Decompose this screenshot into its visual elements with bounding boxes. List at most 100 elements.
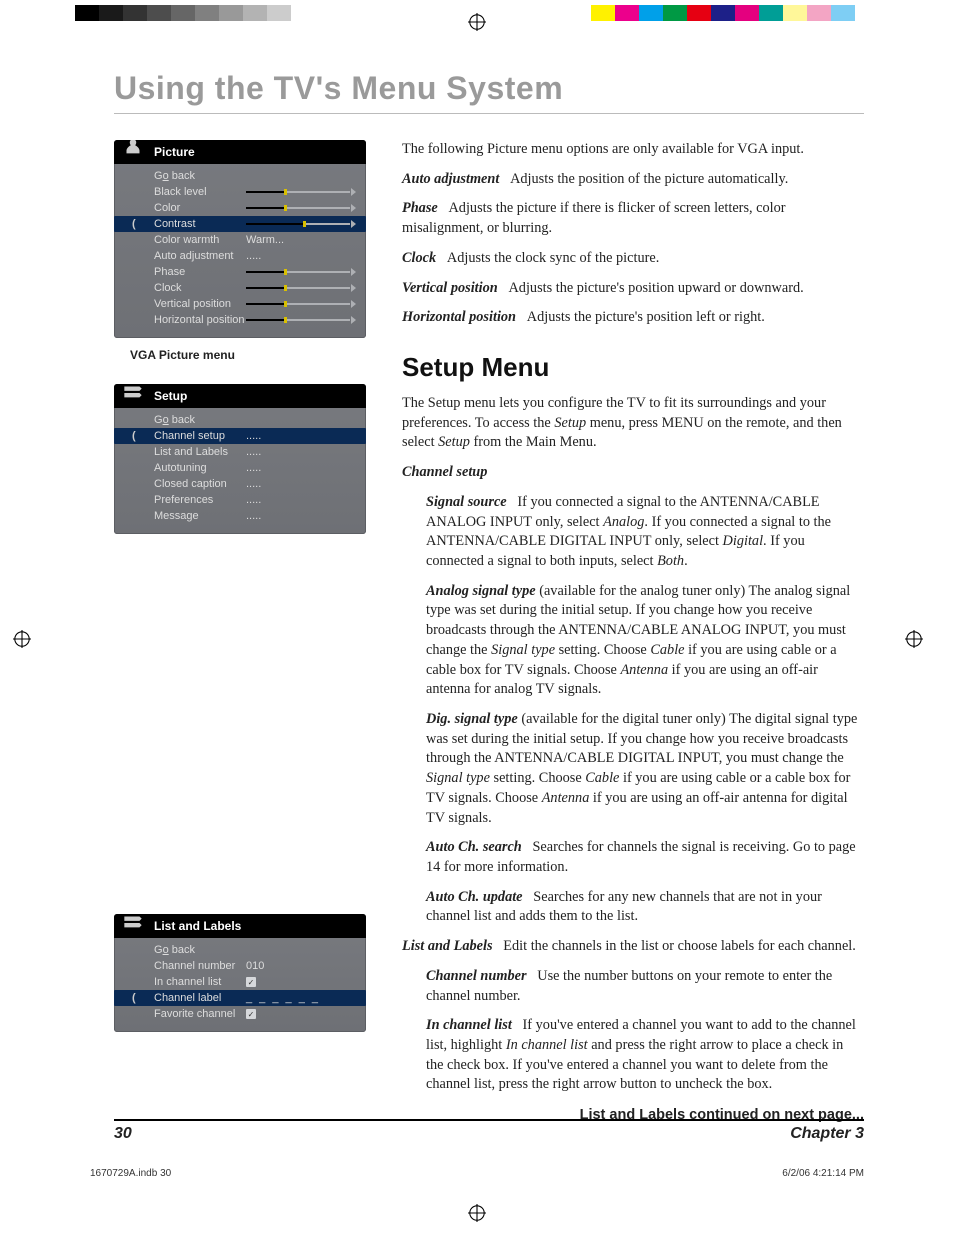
def-phase: Phase Adjusts the picture if there is fl… (402, 199, 864, 238)
osd-row: Vertical position (154, 296, 356, 312)
color-swatch (855, 5, 879, 21)
osd-slider (246, 319, 350, 321)
registration-mark-icon (905, 630, 923, 648)
osd-row-label: Favorite channel (154, 1008, 246, 1020)
osd-row-label: Message (154, 510, 246, 522)
osd-slider (246, 207, 350, 209)
def-channel-number: Channel number Use the number buttons on… (426, 967, 864, 1006)
osd-row: Channel label_ _ _ _ _ _ (114, 990, 366, 1006)
osd-row-value: Warm... (246, 234, 284, 246)
color-swatch (123, 5, 147, 21)
osd-row-label: Horizontal position (154, 314, 246, 326)
print-color-bar-right (591, 5, 879, 21)
print-filename: 1670729A.indb 30 (90, 1168, 171, 1179)
channel-setup-heading: Channel setup (402, 463, 864, 483)
osd-row: Go back (154, 942, 356, 958)
page-footer: 30 Chapter 3 (114, 1119, 864, 1143)
print-footer: 1670729A.indb 30 6/2/06 4:21:14 PM (90, 1168, 864, 1179)
setup-heading: Setup Menu (402, 350, 864, 386)
osd-row-label: Color (154, 202, 246, 214)
color-swatch (711, 5, 735, 21)
color-swatch (267, 5, 291, 21)
intro-text: The following Picture menu options are o… (402, 140, 864, 160)
picture-icon (120, 140, 146, 162)
registration-mark-icon (468, 13, 486, 31)
osd-list-labels-menu: List and Labels Go back Channel number010… (114, 914, 366, 1032)
osd-title: Setup (154, 389, 187, 403)
osd-row: Color (154, 200, 356, 216)
color-swatch (831, 5, 855, 21)
osd-row-value: ..... (246, 250, 261, 262)
setup-intro: The Setup menu lets you configure the TV… (402, 394, 864, 453)
right-column: The following Picture menu options are o… (402, 140, 864, 1135)
osd-row-label: Channel number (154, 960, 246, 972)
osd-header: Picture (114, 140, 366, 164)
osd-slider (246, 287, 350, 289)
osd-row: Preferences..... (154, 492, 356, 508)
color-swatch (687, 5, 711, 21)
def-list-and-labels: List and Labels Edit the channels in the… (402, 937, 864, 957)
color-swatch (807, 5, 831, 21)
osd-title: List and Labels (154, 919, 241, 933)
osd-row-label: Closed caption (154, 478, 246, 490)
osd-row: Contrast (114, 216, 366, 232)
osd-row: Favorite channel✓ (154, 1006, 356, 1022)
osd-setup-menu: Setup Go backChannel setup.....List and … (114, 384, 366, 534)
osd-row: Phase (154, 264, 356, 280)
osd-row-label: Go back (154, 944, 246, 956)
title-divider (114, 113, 864, 114)
osd-row-label: Channel setup (154, 430, 246, 442)
checkbox-icon: ✓ (246, 977, 256, 987)
color-swatch (615, 5, 639, 21)
def-auto-ch-search: Auto Ch. search Searches for channels th… (426, 838, 864, 877)
setup-icon (120, 914, 146, 936)
osd-row-label: Auto adjustment (154, 250, 246, 262)
osd-row: In channel list✓ (154, 974, 356, 990)
osd-row-value: ..... (246, 478, 261, 490)
left-column: Picture Go back Black level Color Contrast C… (114, 140, 366, 1032)
osd-row-label: List and Labels (154, 446, 246, 458)
osd-row-label: Channel label (154, 992, 246, 1004)
osd-row: Closed caption..... (154, 476, 356, 492)
color-swatch (639, 5, 663, 21)
osd-row-value: ..... (246, 430, 261, 442)
osd-row: Horizontal position (154, 312, 356, 328)
osd-slider (246, 303, 350, 305)
osd-row: Channel setup..... (114, 428, 366, 444)
osd-picture-menu: Picture Go backBlack levelColorContrastC… (114, 140, 366, 338)
def-signal-source: Signal source If you connected a signal … (426, 493, 864, 572)
osd-row: Channel number010 (154, 958, 356, 974)
def-in-channel-list: In channel list If you've entered a chan… (426, 1016, 864, 1095)
print-color-bar-left (75, 5, 315, 21)
osd-row-value: ..... (246, 494, 261, 506)
manual-page: Using the TV's Menu System Picture Go ba… (0, 0, 954, 1235)
osd-row: Go back (154, 412, 356, 428)
osd-row: Message..... (154, 508, 356, 524)
def-auto-adjustment: Auto adjustment Adjusts the position of … (402, 170, 864, 190)
color-swatch (171, 5, 195, 21)
color-swatch (147, 5, 171, 21)
registration-mark-icon (468, 1204, 486, 1222)
chapter-label: Chapter 3 (790, 1125, 864, 1143)
def-digital-signal-type: Dig. signal type (available for the digi… (426, 710, 864, 828)
color-swatch (195, 5, 219, 21)
osd-header: List and Labels (114, 914, 366, 938)
osd-row: Color warmthWarm... (154, 232, 356, 248)
osd-row-label: Vertical position (154, 298, 246, 310)
osd-row-label: Contrast (154, 218, 246, 230)
registration-mark-icon (13, 630, 31, 648)
osd-row-label: Clock (154, 282, 246, 294)
color-swatch (759, 5, 783, 21)
color-swatch (219, 5, 243, 21)
osd-row-label: Autotuning (154, 462, 246, 474)
color-swatch (591, 5, 615, 21)
checkbox-icon: ✓ (246, 1009, 256, 1019)
page-number: 30 (114, 1125, 132, 1143)
osd-row-value: 010 (246, 960, 264, 972)
def-clock: Clock Adjusts the clock sync of the pict… (402, 249, 864, 269)
osd-row-value: _ _ _ _ _ _ (246, 992, 320, 1004)
osd-slider (246, 191, 350, 193)
color-swatch (783, 5, 807, 21)
osd-row-label: Black level (154, 186, 246, 198)
osd-slider (246, 271, 350, 273)
